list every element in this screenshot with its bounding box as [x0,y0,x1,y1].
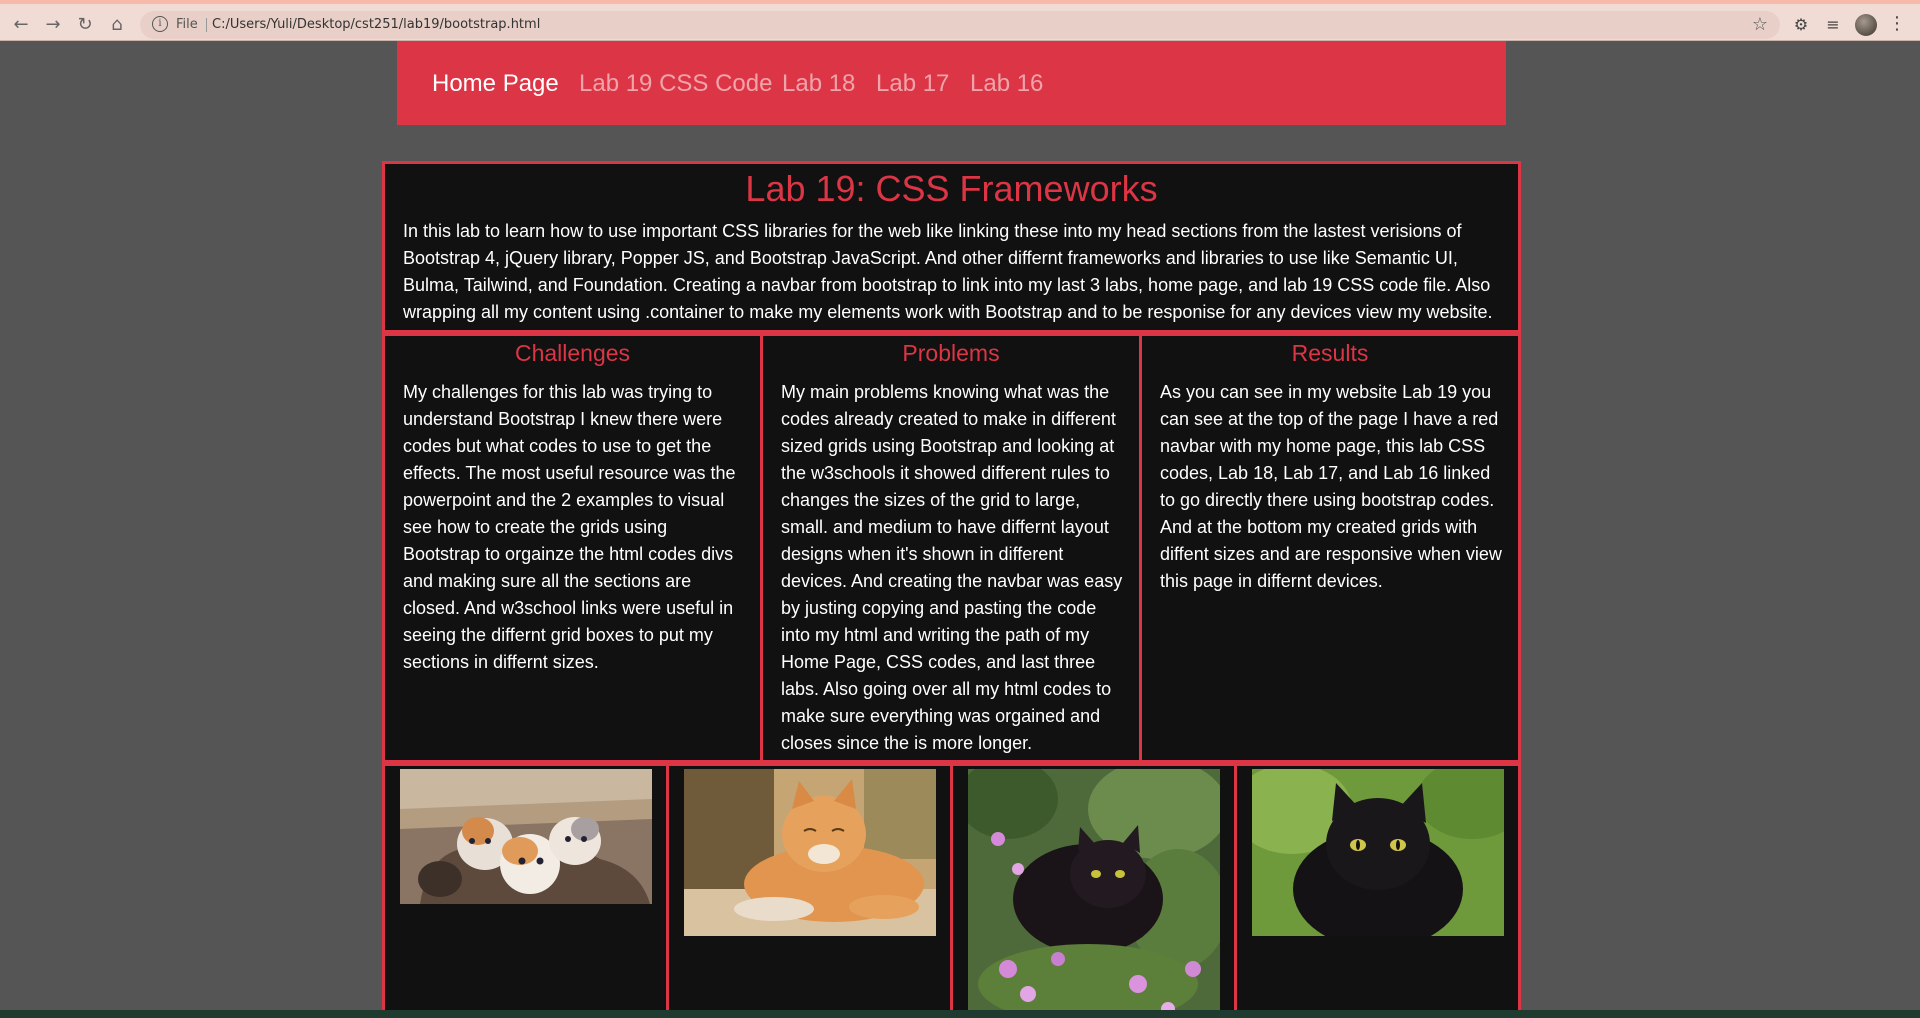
browser-toolbar: ← → ↻ ⌂ i File C:/Users/Yuli/Desktop/cst… [0,0,1920,41]
reading-list-icon[interactable]: ≡ [1822,14,1844,36]
results-text: As you can see in my website Lab 19 you … [1160,382,1502,591]
black-cat-flowers-photo [968,769,1220,1018]
kittens-photo [400,769,652,904]
page-title: Lab 19: CSS Frameworks [745,168,1158,209]
intro-section: Lab 19: CSS Frameworks In this lab to le… [382,161,1521,333]
problems-heading: Problems [902,340,1000,366]
image-cell-4 [1234,763,1521,1018]
address-bar[interactable]: i File C:/Users/Yuli/Desktop/cst251/lab1… [140,11,1780,39]
os-taskbar [0,1010,1920,1018]
image-cell-3 [950,763,1237,1018]
problems-text: My main problems knowing what was the co… [781,382,1123,753]
results-heading: Results [1291,340,1369,366]
url-text[interactable]: C:/Users/Yuli/Desktop/cst251/lab19/boots… [212,17,540,32]
info-icon[interactable]: i [152,16,168,32]
challenges-text: My challenges for this lab was trying to… [403,382,736,672]
nav-lab19-css-code[interactable]: Lab 19 CSS Code [579,70,772,98]
bookmark-star-icon[interactable]: ☆ [1752,14,1768,35]
nav-lab16[interactable]: Lab 16 [970,70,1043,98]
file-label: File [176,17,198,32]
problems-section: Problems My main problems knowing what w… [760,333,1142,763]
red-navbar: Home Page Lab 19 CSS Code Lab 18 Lab 17 … [397,41,1506,125]
nav-home-page[interactable]: Home Page [432,70,559,98]
intro-text: In this lab to learn how to use importan… [403,221,1493,322]
home-icon[interactable]: ⌂ [106,14,128,36]
extensions-icon[interactable]: ⚙ [1790,14,1812,36]
reload-icon[interactable]: ↻ [74,14,96,36]
image-cell-1 [382,763,669,1018]
profile-avatar[interactable] [1855,14,1877,36]
nav-lab17[interactable]: Lab 17 [876,70,949,98]
more-menu-icon[interactable]: ⋮ [1888,14,1906,36]
forward-icon[interactable]: → [42,14,64,36]
back-icon[interactable]: ← [10,14,32,36]
orange-cat-photo [684,769,936,936]
challenges-section: Challenges My challenges for this lab wa… [382,333,763,763]
nav-lab18[interactable]: Lab 18 [782,70,855,98]
divider [206,18,207,32]
challenges-heading: Challenges [514,340,631,366]
black-cat-grass-photo [1252,769,1504,936]
results-section: Results As you can see in my website Lab… [1139,333,1521,763]
image-cell-2 [666,763,953,1018]
